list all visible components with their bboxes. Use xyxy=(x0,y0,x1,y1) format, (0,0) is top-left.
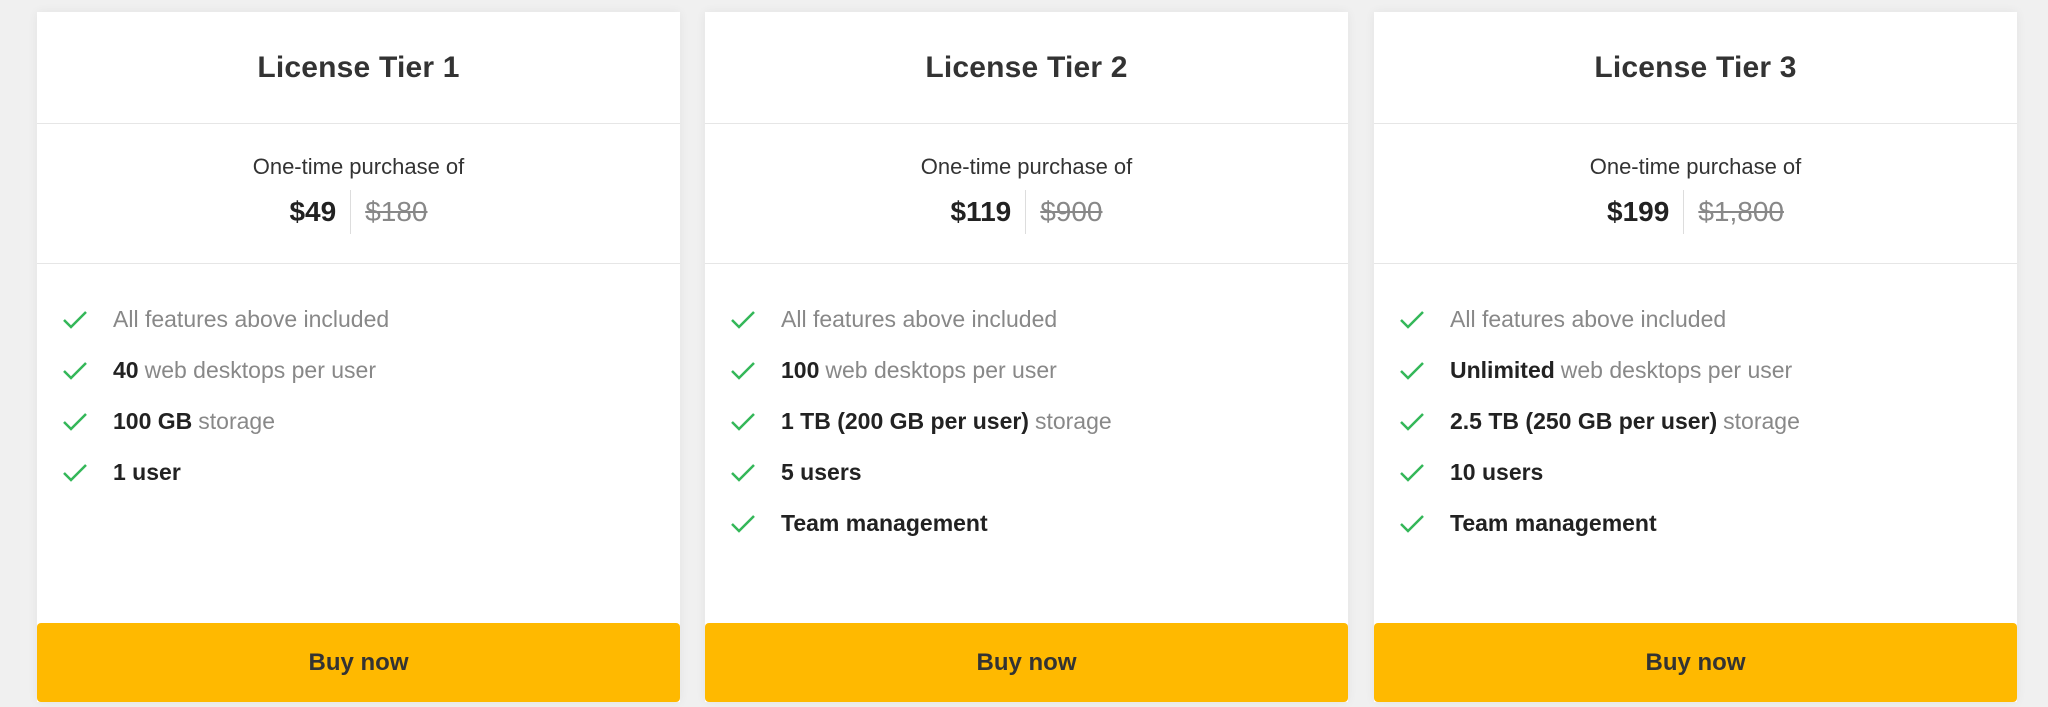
pricing-card-tier-3: License Tier 3 One-time purchase of $199… xyxy=(1374,12,2017,702)
check-icon xyxy=(729,459,757,487)
feature-text: storage xyxy=(198,408,275,434)
tier-title: License Tier 3 xyxy=(1594,50,1797,84)
feature-text: storage xyxy=(1034,408,1112,434)
feature-text: All features above included xyxy=(113,306,390,332)
price-caption: One-time purchase of xyxy=(252,154,465,179)
feature-list: All features above included Unlimited we… xyxy=(1374,264,2017,549)
feature-item: 2.5 TB (250 GB per user) storage xyxy=(1398,396,2017,447)
feature-item: Unlimited web desktops per user xyxy=(1398,345,2017,396)
check-icon xyxy=(61,408,89,436)
check-icon xyxy=(61,357,89,385)
feature-text: storage xyxy=(1723,408,1800,434)
feature-list: All features above included 40 web deskt… xyxy=(37,264,680,498)
original-price: $900 xyxy=(1040,196,1103,227)
feature-text: web desktops per user xyxy=(144,357,376,383)
feature-highlight: 1 TB (200 GB per user) xyxy=(781,408,1029,434)
buy-now-button[interactable]: Buy now xyxy=(1374,623,2017,702)
check-icon xyxy=(61,459,89,487)
buy-now-button[interactable]: Buy now xyxy=(37,623,680,702)
feature-item: Team management xyxy=(1398,498,2017,549)
check-icon xyxy=(729,306,757,334)
feature-item: 100 GB storage xyxy=(61,396,680,447)
card-header: License Tier 1 xyxy=(37,12,680,124)
price-block: One-time purchase of $119 $900 xyxy=(705,124,1348,264)
feature-highlight: 40 xyxy=(113,357,139,383)
feature-text: web desktops per user xyxy=(1560,357,1793,383)
price-block: One-time purchase of $199 $1,800 xyxy=(1374,124,2017,264)
card-header: License Tier 3 xyxy=(1374,12,2017,124)
price-block: One-time purchase of $49 $180 xyxy=(37,124,680,264)
card-header: License Tier 2 xyxy=(705,12,1348,124)
feature-highlight: Team management xyxy=(1450,510,1657,536)
check-icon xyxy=(729,408,757,436)
feature-highlight: 100 GB xyxy=(113,408,193,434)
check-icon xyxy=(729,510,757,538)
feature-highlight: 5 users xyxy=(781,459,862,485)
price-line: $49 $180 xyxy=(37,190,680,234)
price-line: $119 $900 xyxy=(705,190,1348,234)
current-price: $199 xyxy=(1607,190,1685,234)
pricing-row: License Tier 1 One-time purchase of $49 … xyxy=(0,0,2048,707)
feature-item: 40 web desktops per user xyxy=(61,345,680,396)
pricing-card-tier-1: License Tier 1 One-time purchase of $49 … xyxy=(37,12,680,702)
feature-highlight: 100 xyxy=(781,357,820,383)
feature-highlight: 2.5 TB (250 GB per user) xyxy=(1450,408,1718,434)
feature-item: All features above included xyxy=(1398,294,2017,345)
check-icon xyxy=(1398,459,1426,487)
check-icon xyxy=(1398,306,1426,334)
feature-list: All features above included 100 web desk… xyxy=(705,264,1348,549)
feature-item: All features above included xyxy=(729,294,1348,345)
current-price: $119 xyxy=(950,190,1027,234)
price-caption: One-time purchase of xyxy=(1589,154,1802,179)
check-icon xyxy=(61,306,89,334)
original-price: $180 xyxy=(365,196,428,227)
price-line: $199 $1,800 xyxy=(1374,190,2017,234)
feature-item: 1 TB (200 GB per user) storage xyxy=(729,396,1348,447)
feature-item: 5 users xyxy=(729,447,1348,498)
feature-text: web desktops per user xyxy=(825,357,1057,383)
check-icon xyxy=(729,357,757,385)
feature-highlight: Unlimited xyxy=(1450,357,1555,383)
check-icon xyxy=(1398,510,1426,538)
feature-text: All features above included xyxy=(1450,306,1727,332)
feature-item: All features above included xyxy=(61,294,680,345)
feature-item: 1 user xyxy=(61,447,680,498)
feature-highlight: Team management xyxy=(781,510,988,536)
feature-highlight: 1 user xyxy=(113,459,181,485)
feature-item: 10 users xyxy=(1398,447,2017,498)
tier-title: License Tier 1 xyxy=(257,50,460,84)
buy-now-button[interactable]: Buy now xyxy=(705,623,1348,702)
feature-text: All features above included xyxy=(781,306,1058,332)
price-caption: One-time purchase of xyxy=(920,154,1133,179)
tier-title: License Tier 2 xyxy=(925,50,1128,84)
current-price: $49 xyxy=(289,190,352,234)
check-icon xyxy=(1398,408,1426,436)
check-icon xyxy=(1398,357,1426,385)
feature-highlight: 10 users xyxy=(1450,459,1544,485)
feature-item: Team management xyxy=(729,498,1348,549)
pricing-card-tier-2: License Tier 2 One-time purchase of $119… xyxy=(705,12,1348,702)
feature-item: 100 web desktops per user xyxy=(729,345,1348,396)
original-price: $1,800 xyxy=(1698,196,1784,227)
